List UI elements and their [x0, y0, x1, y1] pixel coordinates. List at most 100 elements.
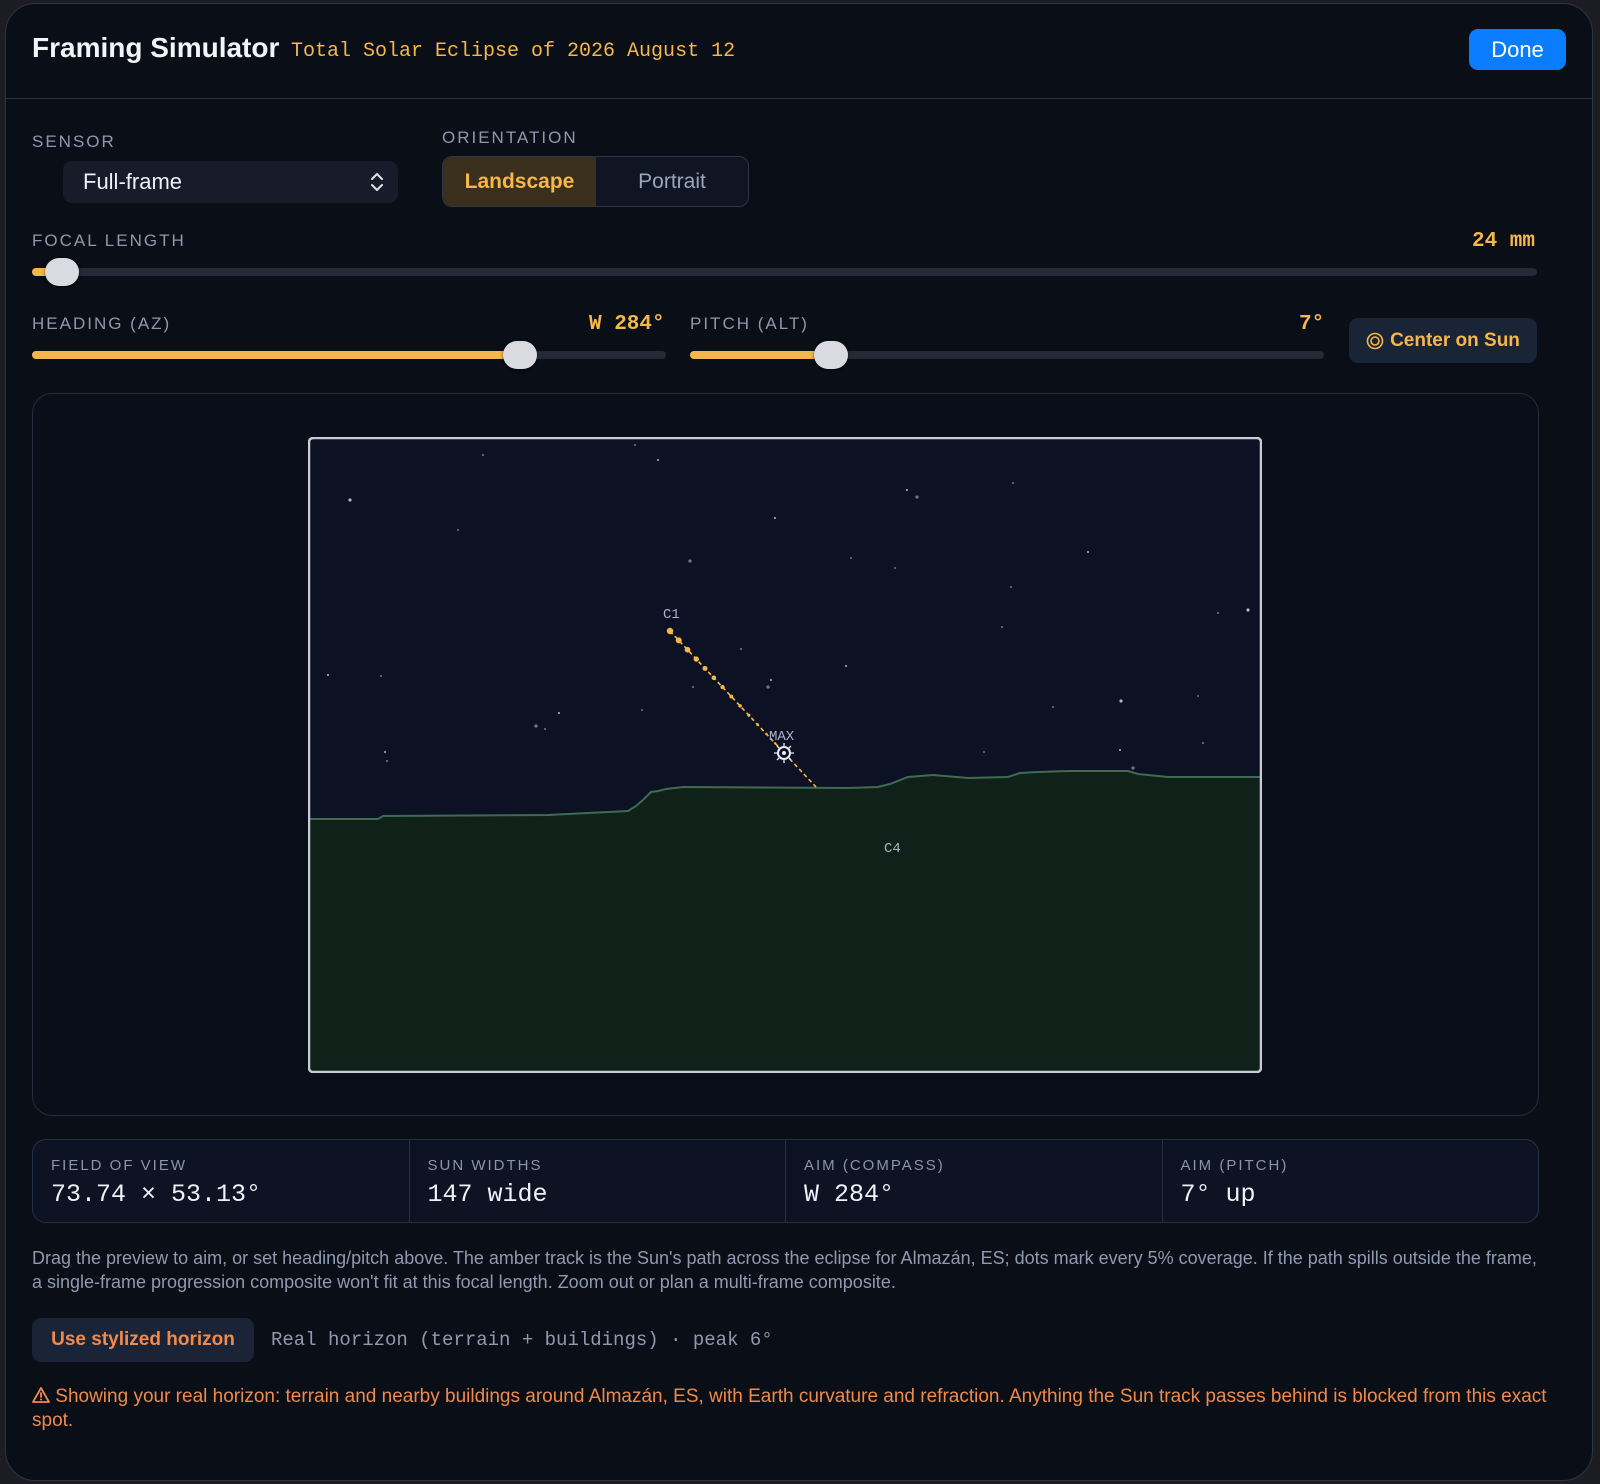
star [740, 648, 742, 650]
star [915, 495, 919, 499]
star [482, 454, 484, 456]
star [906, 489, 908, 491]
star [1012, 482, 1014, 484]
warning-text: Showing your real horizon: terrain and n… [32, 1386, 1547, 1431]
star [1197, 695, 1199, 697]
heading-slider[interactable] [32, 341, 666, 369]
pitch-fill [690, 351, 832, 359]
star [558, 712, 560, 714]
star [327, 674, 329, 676]
stat-key: SUN WIDTHS [427, 1157, 543, 1174]
stat-value: 147 wide [427, 1180, 548, 1209]
done-button[interactable]: Done [1469, 29, 1566, 70]
star [384, 751, 386, 753]
coverage-dot [684, 646, 691, 653]
coverage-dot [747, 713, 751, 717]
coverage-dot [711, 675, 717, 681]
coverage-dot [666, 627, 674, 635]
focal-length-slider[interactable] [32, 258, 1537, 286]
use-stylized-horizon-button[interactable]: Use stylized horizon [32, 1318, 254, 1362]
star [386, 760, 388, 762]
stat-key: AIM (PITCH) [1180, 1157, 1289, 1174]
camera-frame-preview[interactable]: C1 MAX C4 [308, 437, 1262, 1073]
marker-max: MAX [769, 729, 795, 745]
target-icon [1366, 332, 1384, 349]
star [1052, 706, 1054, 708]
sensor-select[interactable]: Full-frame [63, 161, 398, 203]
star [380, 675, 382, 677]
coverage-dot [702, 665, 708, 671]
orientation-segmented-control: Landscape Portrait [442, 156, 749, 207]
star [641, 709, 643, 711]
stat-key: FIELD OF VIEW [51, 1157, 188, 1174]
star [894, 567, 896, 569]
star [1202, 742, 1204, 744]
star [1217, 612, 1219, 614]
star [770, 679, 772, 681]
star [1010, 586, 1012, 588]
heading-value: W 284° [589, 313, 665, 336]
stat-field-of-view: FIELD OF VIEW 73.74 × 53.13° [33, 1140, 410, 1222]
horizon-info: Real horizon (terrain + buildings) · pea… [271, 1329, 773, 1351]
star [1119, 699, 1123, 703]
star [1001, 626, 1003, 628]
star [1131, 766, 1135, 770]
horizon-ground [310, 770, 1260, 1071]
heading-thumb[interactable] [503, 341, 538, 369]
heading-label: HEADING (AZ) [32, 314, 172, 333]
center-on-sun-label: Center on Sun [1390, 329, 1520, 351]
coverage-dot [756, 723, 759, 726]
coverage-dot [738, 704, 742, 708]
stat-aim-pitch: AIM (PITCH) 7° up [1163, 1140, 1539, 1222]
eclipse-subtitle: Total Solar Eclipse of 2026 August 12 [291, 40, 736, 63]
star [1119, 749, 1121, 751]
stat-value: W 284° [804, 1180, 895, 1209]
sensor-label: SENSOR [32, 132, 116, 151]
stat-value: 7° up [1180, 1180, 1256, 1209]
page-title: Framing Simulator [32, 32, 280, 63]
coverage-dot [720, 685, 725, 690]
star [544, 728, 546, 730]
pitch-label: PITCH (ALT) [690, 314, 809, 333]
real-horizon-warning: Showing your real horizon: terrain and n… [32, 1385, 1552, 1433]
preview-stage[interactable]: C1 MAX C4 [32, 393, 1539, 1116]
pitch-thumb[interactable] [814, 341, 849, 369]
focal-length-label: FOCAL LENGTH [32, 231, 186, 250]
coverage-dot [675, 637, 682, 644]
star [692, 686, 694, 688]
star [983, 751, 985, 753]
pitch-slider[interactable] [690, 341, 1324, 369]
sensor-value: Full-frame [83, 169, 183, 194]
marker-c4: C4 [884, 841, 901, 857]
star [850, 557, 852, 559]
stat-key: AIM (COMPASS) [804, 1157, 945, 1174]
header: Framing Simulator Total Solar Eclipse of… [6, 4, 1592, 99]
coverage-dot [765, 732, 768, 736]
pitch-value: 7° [1299, 313, 1325, 336]
heading-fill [32, 351, 521, 359]
stat-sun-widths: SUN WIDTHS 147 wide [410, 1140, 786, 1222]
orientation-label: ORIENTATION [442, 128, 578, 147]
star [634, 444, 636, 446]
marker-c1: C1 [663, 607, 680, 623]
star [1246, 608, 1250, 612]
orientation-landscape-option[interactable]: Landscape [443, 157, 596, 206]
focal-length-value: 24 mm [1471, 230, 1535, 253]
stats-bar: FIELD OF VIEW 73.74 × 53.13° SUN WIDTHS … [32, 1139, 1539, 1223]
framing-simulator-panel: Framing Simulator Total Solar Eclipse of… [5, 3, 1593, 1481]
coverage-dot [693, 656, 699, 662]
chevron-up-down-icon [371, 173, 383, 191]
star [688, 559, 692, 563]
stat-aim-compass: AIM (COMPASS) W 284° [786, 1140, 1163, 1222]
help-text: Drag the preview to aim, or set heading/… [32, 1248, 1537, 1292]
focal-length-thumb[interactable] [45, 258, 80, 286]
sun-max-icon [774, 743, 794, 763]
stat-value: 73.74 × 53.13° [51, 1180, 262, 1209]
star [1087, 551, 1089, 553]
star [774, 517, 776, 519]
warning-icon [32, 1387, 50, 1403]
center-on-sun-button[interactable]: Center on Sun [1349, 318, 1537, 363]
star [534, 724, 538, 728]
orientation-portrait-option[interactable]: Portrait [596, 157, 748, 206]
star [657, 459, 659, 461]
